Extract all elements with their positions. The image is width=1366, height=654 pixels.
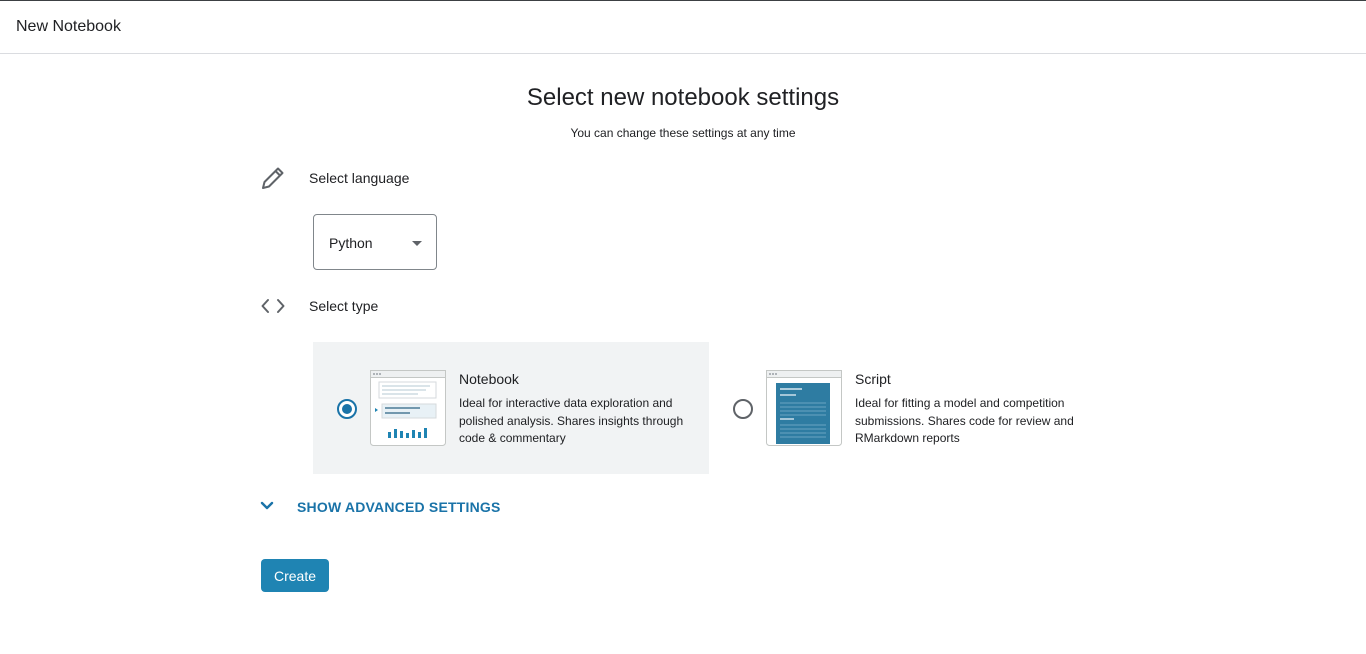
pencil-icon (262, 167, 284, 189)
type-option-notebook[interactable]: Notebook Ideal for interactive data expl… (313, 342, 709, 474)
dropdown-caret-icon (412, 241, 422, 246)
language-select-value: Python (329, 235, 373, 251)
page-header: New Notebook (0, 1, 1366, 54)
select-type-label: Select type (309, 298, 379, 314)
header-title: New Notebook (16, 18, 121, 35)
script-description: Ideal for fitting a model and competitio… (855, 396, 1074, 445)
script-radio[interactable] (733, 399, 753, 419)
select-language-label: Select language (309, 170, 410, 186)
page-title: Select new notebook settings (526, 84, 840, 111)
notebook-title: Notebook (459, 371, 519, 387)
type-option-script[interactable]: Script Ideal for fitting a model and com… (709, 342, 1105, 474)
code-brackets-icon (261, 299, 285, 313)
show-advanced-settings-toggle[interactable]: SHOW ADVANCED SETTINGS (258, 496, 518, 518)
radio-selected-dot (342, 404, 352, 414)
page-subtitle: You can change these settings at any tim… (570, 126, 796, 140)
notebook-preview-icon (370, 370, 446, 446)
script-preview-icon (766, 370, 842, 446)
notebook-description: Ideal for interactive data exploration a… (459, 396, 684, 445)
script-title: Script (855, 371, 891, 387)
chevron-down-icon (260, 501, 274, 510)
create-button[interactable]: Create (261, 559, 329, 592)
notebook-radio[interactable] (337, 399, 357, 419)
advanced-settings-label: SHOW ADVANCED SETTINGS (297, 499, 501, 515)
language-select[interactable]: Python (313, 214, 437, 270)
